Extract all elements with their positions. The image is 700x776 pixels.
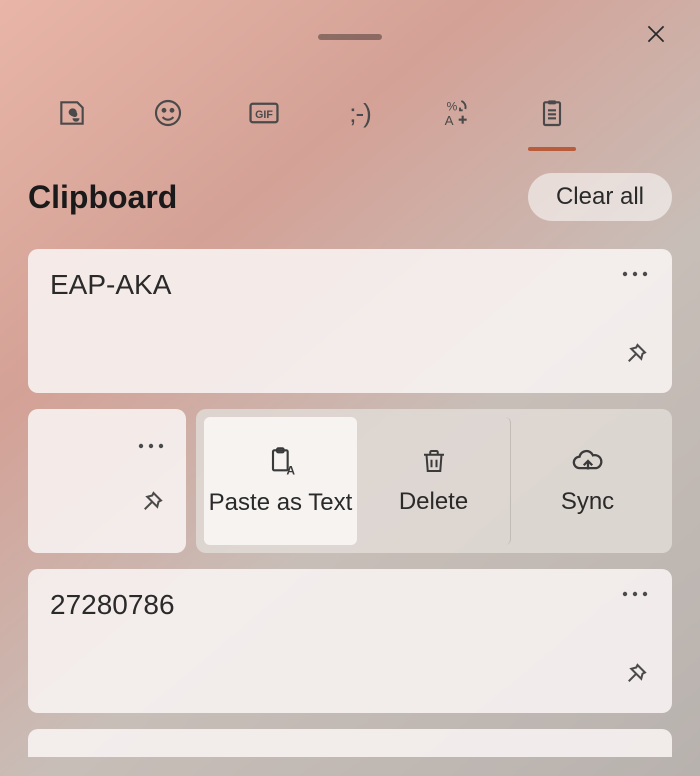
item-more-button[interactable] [136,439,166,457]
action-label: Paste as Text [209,489,353,517]
emoji-icon [152,97,184,129]
trash-icon [419,446,449,476]
clipboard-item[interactable]: EAP-AKA [28,249,672,393]
item-action-bar: A Paste as Text Delete [196,409,672,553]
paste-text-icon: A [265,445,297,477]
pin-icon [136,488,166,518]
clipboard-item-collapsed[interactable] [28,409,186,553]
tab-emoji[interactable] [144,89,192,137]
kaomoji-icon: ;-) [349,98,371,129]
drag-handle[interactable] [318,34,382,40]
clipboard-item-partial[interactable] [28,729,672,757]
clipboard-item-text: 27280786 [50,589,650,621]
tab-kaomoji[interactable]: ;-) [336,89,384,137]
pin-icon [620,660,650,690]
close-button[interactable] [640,18,672,50]
svg-text:A: A [286,463,295,477]
more-icon [620,268,650,280]
close-icon [643,21,669,47]
tab-clipboard[interactable] [528,89,576,137]
clipboard-item-text: EAP-AKA [50,269,650,301]
gif-icon: GIF [247,96,281,130]
svg-text:A: A [445,113,454,128]
tab-symbols[interactable]: % A [432,89,480,137]
item-more-button[interactable] [620,587,650,605]
action-label: Delete [399,488,468,516]
tab-gif[interactable]: GIF [240,89,288,137]
action-label: Sync [561,488,614,516]
sync-button[interactable]: Sync [511,417,664,545]
symbols-icon: % A [440,97,472,129]
item-more-button[interactable] [620,267,650,285]
sticker-icon [56,97,88,129]
more-icon [136,440,166,452]
pin-icon [620,340,650,370]
panel-header [0,0,700,73]
cloud-sync-icon [571,446,605,476]
clear-all-button[interactable]: Clear all [528,173,672,221]
more-icon [620,588,650,600]
item-pin-button[interactable] [620,340,650,375]
paste-as-text-button[interactable]: A Paste as Text [204,417,357,545]
delete-button[interactable]: Delete [357,417,511,545]
page-title: Clipboard [28,179,177,216]
clipboard-icon [536,97,568,129]
svg-text:%: % [447,99,458,113]
item-pin-button[interactable] [620,660,650,695]
svg-text:GIF: GIF [255,109,273,121]
category-tabs: GIF ;-) % A [0,73,700,153]
item-pin-button[interactable] [136,488,166,523]
tab-stickers[interactable] [48,89,96,137]
clipboard-item[interactable]: 27280786 [28,569,672,713]
